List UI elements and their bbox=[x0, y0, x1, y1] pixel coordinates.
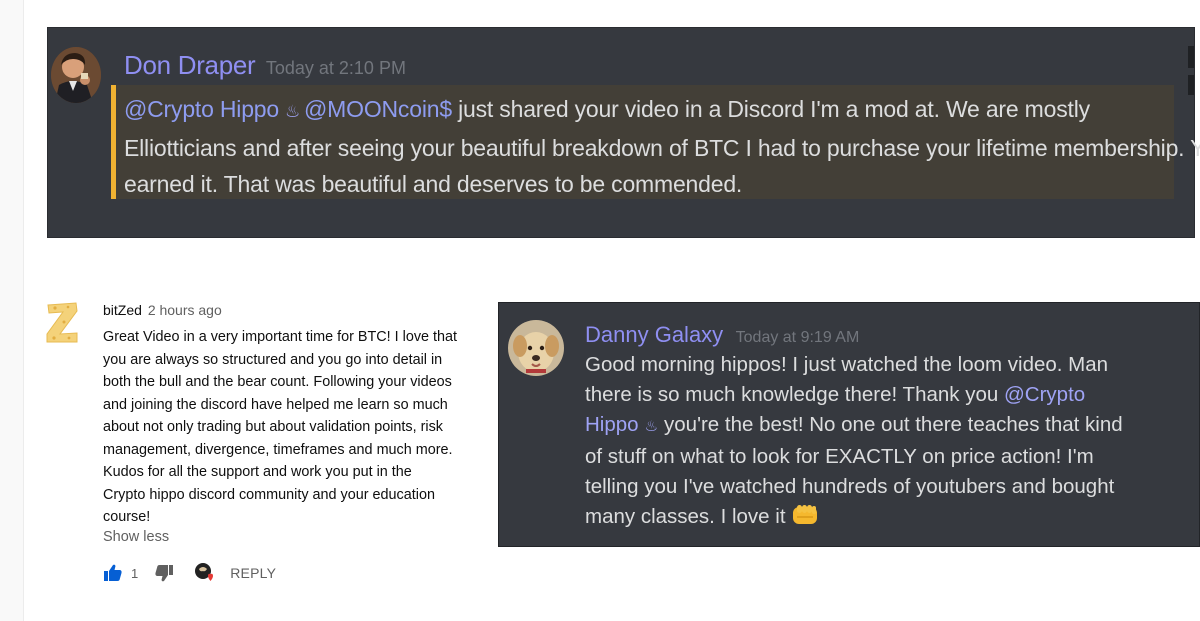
comment-line: you are always so structured and you go … bbox=[103, 351, 443, 368]
message-timestamp: Today at 9:19 AM bbox=[735, 329, 860, 346]
comment-line: course! bbox=[103, 509, 151, 525]
comment-body: Great Video in a very important time for… bbox=[103, 326, 493, 529]
message-header: Danny Galaxy Today at 9:19 AM bbox=[585, 322, 859, 348]
comment-line: Crypto hippo discord community and your … bbox=[103, 486, 435, 503]
message-header: Don Draper Today at 2:10 PM bbox=[124, 50, 406, 81]
left-gutter bbox=[0, 0, 24, 621]
comment-line: and joining the discord have helped me l… bbox=[103, 396, 448, 413]
hippo-emoji-icon: ♨ bbox=[284, 102, 301, 121]
comment-actions: 1 REPLY bbox=[103, 562, 276, 584]
like-count: 1 bbox=[131, 565, 139, 581]
comment-line: Kudos for all the support and work you p… bbox=[103, 464, 412, 480]
discord-message-don-draper: Don Draper Today at 2:10 PM @Crypto Hipp… bbox=[47, 27, 1200, 238]
message-line-1: Good morning hippos! I just watched the … bbox=[585, 353, 1109, 376]
message-text: many classes. I love it bbox=[585, 505, 786, 528]
message-line-6: many classes. I love it bbox=[585, 502, 1185, 536]
author-name[interactable]: Don Draper bbox=[124, 50, 256, 80]
dog-avatar-image bbox=[508, 320, 564, 376]
avatar[interactable] bbox=[508, 320, 564, 376]
comment-line: both the bull and the bear count. Follow… bbox=[103, 374, 452, 390]
comment-author[interactable]: bitZed bbox=[103, 302, 142, 318]
avatar[interactable] bbox=[51, 47, 101, 103]
message-text: you're the best! No one out there teache… bbox=[664, 413, 1123, 436]
comment-line: Great Video in a very important time for… bbox=[103, 329, 458, 345]
comment-timestamp[interactable]: 2 hours ago bbox=[148, 302, 222, 318]
mention-crypto-hippo-continued[interactable]: Hippo bbox=[585, 413, 639, 436]
message-line-4: of stuff on what to look for EXACTLY on … bbox=[585, 445, 1094, 468]
message-text: there is so much knowledge there! Thank … bbox=[585, 383, 999, 406]
comment-line: about not only trading but about validat… bbox=[103, 419, 443, 435]
message-line-3: earned it. That was beautiful and deserv… bbox=[124, 171, 743, 197]
message-line-2: Elliotticians and after seeing your beau… bbox=[124, 135, 1200, 161]
screenshot-collage: Don Draper Today at 2:10 PM @Crypto Hipp… bbox=[0, 0, 1200, 621]
creator-heart-icon[interactable] bbox=[194, 562, 216, 584]
hippo-emoji-icon: ♨ bbox=[644, 418, 659, 435]
comment-line: management, divergence, timeframes and m… bbox=[103, 441, 453, 458]
reply-button[interactable]: REPLY bbox=[230, 565, 276, 581]
mention-mooncoin[interactable]: @MOONcoin$ bbox=[304, 96, 452, 122]
highlighted-message-body: @Crypto Hippo ♨ @MOONcoin$ just shared you… bbox=[111, 85, 1200, 199]
message-timestamp: Today at 2:10 PM bbox=[265, 58, 406, 78]
fist-bump-icon bbox=[791, 503, 819, 536]
don-draper-avatar-image bbox=[51, 47, 101, 103]
message-line-1: @Crypto Hippo ♨ @MOONcoin$ just shared you… bbox=[124, 91, 1166, 130]
message-text: just shared your video in a Discord I'm … bbox=[458, 96, 1090, 122]
message-line-2: there is so much knowledge there! Thank … bbox=[585, 380, 1185, 410]
discord-message-danny-galaxy: Danny Galaxy Today at 9:19 AM Good morni… bbox=[498, 302, 1200, 547]
message-line-5: telling you I've watched hundreds of you… bbox=[585, 475, 1115, 498]
author-name[interactable]: Danny Galaxy bbox=[585, 322, 723, 347]
commenter-avatar[interactable] bbox=[44, 300, 80, 344]
cheese-z-avatar-icon bbox=[46, 302, 78, 343]
message-body: Good morning hippos! I just watched the … bbox=[585, 350, 1185, 536]
comment-header: bitZed 2 hours ago bbox=[103, 302, 222, 318]
message-line-3: Hippo ♨ you're the best! No one out there … bbox=[585, 410, 1185, 442]
scrollbar[interactable] bbox=[1188, 46, 1194, 102]
thumb-down-icon[interactable] bbox=[154, 563, 174, 583]
mention-crypto-hippo[interactable]: @Crypto bbox=[1004, 383, 1085, 406]
mention-crypto-hippo[interactable]: @Crypto Hippo bbox=[124, 96, 279, 122]
show-less-button[interactable]: Show less bbox=[103, 529, 169, 545]
thumb-up-icon[interactable] bbox=[103, 563, 123, 583]
